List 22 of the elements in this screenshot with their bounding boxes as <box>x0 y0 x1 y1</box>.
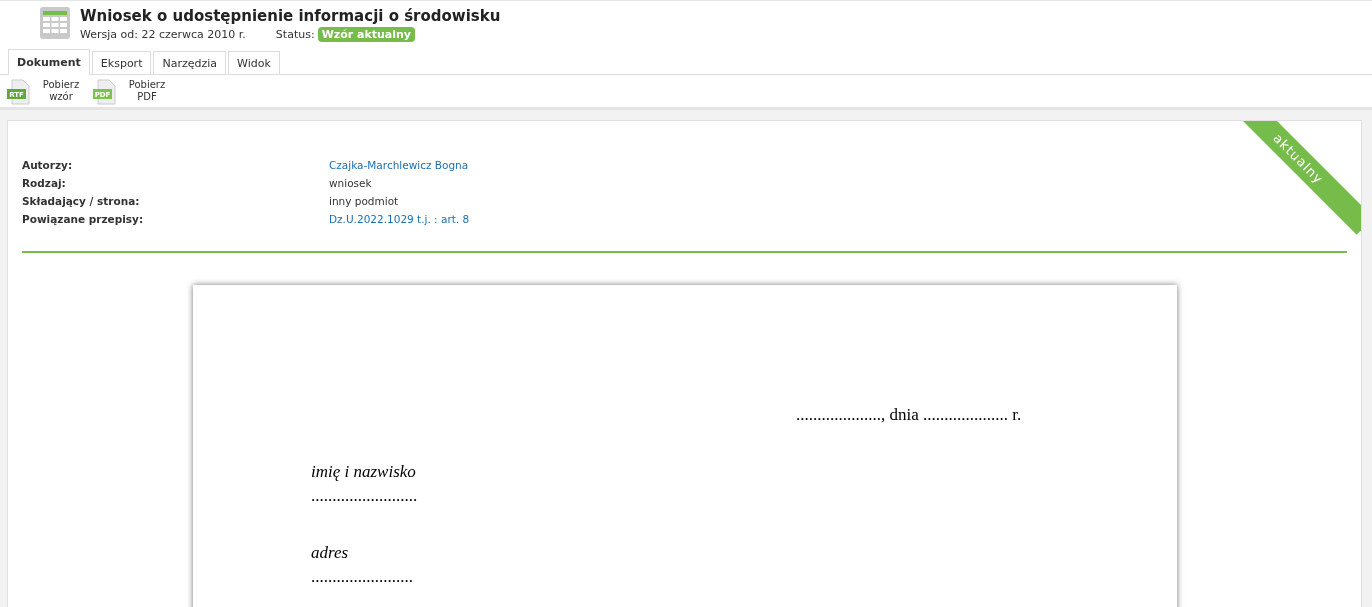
document-title: Wniosek o udostępnienie informacji o środowisku <box>80 7 501 25</box>
field-label: Składający / strona: <box>22 195 140 207</box>
field-caption: imię i nazwisko <box>311 462 417 482</box>
tab[interactable]: Dokument <box>8 49 90 75</box>
field-link[interactable]: Dz.U.2022.1029 t.j. : art. 8 <box>329 213 470 225</box>
status-badge: Wzór aktualny <box>317 27 415 42</box>
version-date: Wersja od: 22 czerwca 2010 r. <box>80 28 246 41</box>
tab[interactable]: Narzędzia <box>153 51 227 74</box>
table-icon <box>40 7 70 39</box>
field-label: Powiązane przepisy: <box>22 213 144 225</box>
tab[interactable]: Widok <box>228 51 280 74</box>
date-line: ...................., dnia .................... r. <box>796 405 1022 424</box>
status-label: Status: <box>275 28 315 41</box>
field-link[interactable]: Czajka-Marchlewicz Bogna <box>329 159 469 171</box>
field-value: inny podmiot <box>329 195 399 207</box>
field-value: wniosek <box>329 177 372 189</box>
tab[interactable]: Eksport <box>91 51 152 74</box>
field-caption: adres <box>311 543 350 563</box>
field-label: Autorzy: <box>22 159 73 171</box>
field-label: Rodzaj: <box>22 177 66 189</box>
fill-in-line: ........................ <box>311 567 414 587</box>
fill-in-line: ......................... <box>311 486 419 506</box>
